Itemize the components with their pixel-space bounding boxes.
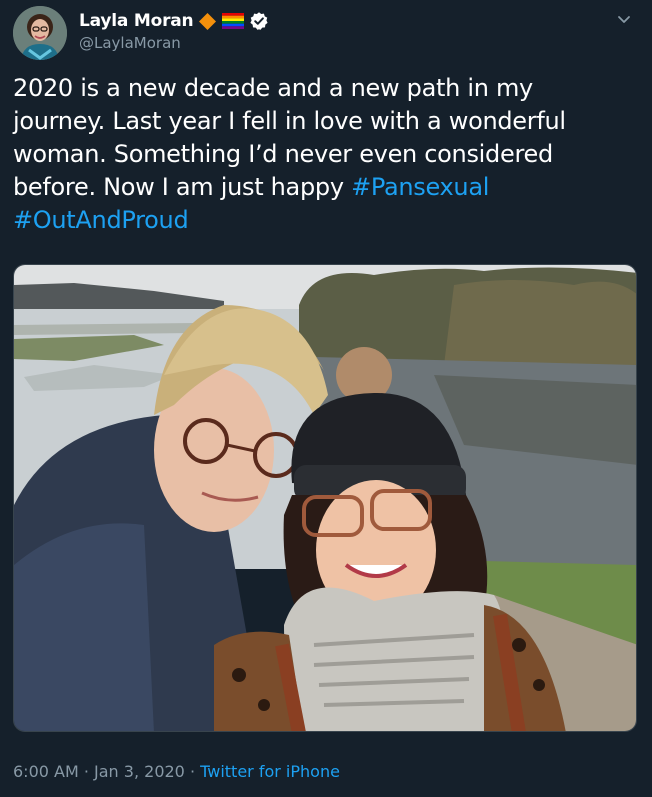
tweet-source[interactable]: Twitter for iPhone xyxy=(200,762,340,781)
hashtag-pansexual[interactable]: #Pansexual xyxy=(351,173,489,201)
author-name[interactable]: Layla Moran xyxy=(79,11,194,31)
meta-separator: · xyxy=(184,762,201,781)
tweet-text: 2020 is a new decade and a new path in m… xyxy=(13,72,638,237)
tweet-menu-button[interactable] xyxy=(614,10,634,30)
avatar[interactable] xyxy=(13,6,67,60)
photo-image xyxy=(14,265,636,731)
tweet-text-line: journey. Last year I fell in love with a… xyxy=(13,107,566,135)
rainbow-flag-icon xyxy=(222,13,245,29)
tweet-text-line: 2020 is a new decade and a new path in m… xyxy=(13,74,533,102)
tweet-photo[interactable] xyxy=(13,264,637,732)
tweet-time[interactable]: 6:00 AM xyxy=(13,762,79,781)
author-handle[interactable]: @LaylaMoran xyxy=(79,34,181,52)
tweet-text-line: before. Now I am just happy xyxy=(13,173,352,201)
avatar-image xyxy=(13,6,67,60)
meta-separator: · xyxy=(78,762,95,781)
author-name-row: Layla Moran xyxy=(79,9,269,33)
tweet-text-line: woman. Something I’d never even consider… xyxy=(13,140,553,168)
tweet-meta: 6:00 AM · Jan 3, 2020 · Twitter for iPho… xyxy=(13,762,340,781)
hashtag-outandproud[interactable]: #OutAndProud xyxy=(13,206,189,234)
tweet-date[interactable]: Jan 3, 2020 xyxy=(94,762,185,781)
chevron-down-icon xyxy=(618,16,630,23)
verified-icon xyxy=(250,12,269,30)
orange-diamond-icon xyxy=(199,12,217,30)
